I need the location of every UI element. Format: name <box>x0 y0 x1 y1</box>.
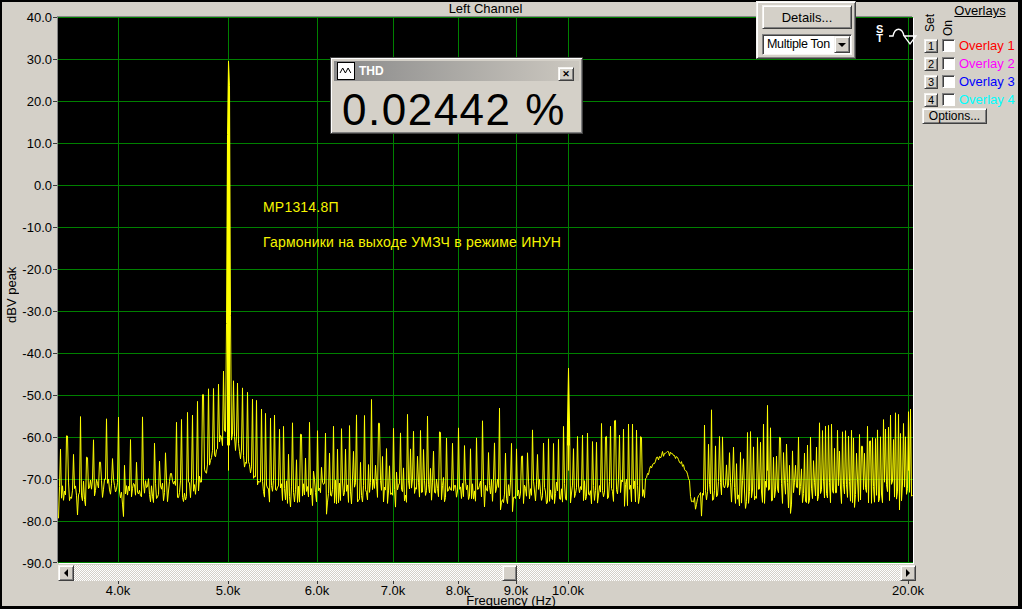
scrollbar-left-arrow[interactable] <box>58 565 74 581</box>
y-tick-label: 40.0 <box>8 10 52 25</box>
overlay-on-checkbox-4[interactable] <box>942 93 955 106</box>
y-tick-label: -10.0 <box>8 220 52 235</box>
y-tick-mark <box>53 437 57 438</box>
overlay-set-button-2[interactable]: 2 <box>924 57 938 71</box>
waveform-icon <box>337 62 355 80</box>
overlays-col-on: On <box>941 20 955 36</box>
y-tick-label: 10.0 <box>8 136 52 151</box>
details-button[interactable]: Details... <box>762 5 852 29</box>
y-tick-mark <box>53 59 57 60</box>
y-tick-label: 20.0 <box>8 94 52 109</box>
x-tick-label: 10.0k <box>538 583 598 598</box>
x-tick-label: 7.0k <box>363 583 423 598</box>
scrollbar-thumb[interactable] <box>502 565 517 581</box>
combobox-value: Multiple Ton <box>767 37 830 51</box>
y-tick-label: -20.0 <box>8 262 52 277</box>
y-tick-label: -90.0 <box>8 556 52 571</box>
overlay-label-2: Overlay 2 <box>959 56 1015 71</box>
x-tick-label: 8.0k <box>428 583 488 598</box>
x-tick-label: 20.0k <box>878 583 938 598</box>
overlay-set-button-1[interactable]: 1 <box>924 39 938 53</box>
x-tick-label: 5.0k <box>198 583 258 598</box>
x-scrollbar-track[interactable] <box>58 565 916 581</box>
thd-value: 0.02442 % <box>342 85 566 135</box>
measurement-panel: Details... Multiple Ton <box>756 1 856 59</box>
y-tick-mark <box>53 311 57 312</box>
x-tick-label: 4.0k <box>88 583 148 598</box>
overlays-title: Overlays <box>944 3 1016 18</box>
overlay-on-checkbox-3[interactable] <box>942 75 955 88</box>
y-axis-title: dBV peak <box>4 230 19 360</box>
measurement-mode-combobox[interactable]: Multiple Ton <box>762 34 852 55</box>
thd-window: THD ✕ 0.02442 % <box>330 57 583 134</box>
y-tick-mark <box>53 521 57 522</box>
y-tick-mark <box>53 562 57 563</box>
y-tick-label: -40.0 <box>8 346 52 361</box>
overlay-label-3: Overlay 3 <box>959 74 1015 89</box>
x-scrollbar[interactable] <box>58 565 916 581</box>
options-button[interactable]: Options... <box>922 108 987 124</box>
y-tick-label: 0.0 <box>8 178 52 193</box>
thd-window-titlebar[interactable]: THD ✕ <box>334 61 579 81</box>
y-tick-mark <box>53 17 57 18</box>
plot-annotation-model: МР1314.8П <box>263 199 339 215</box>
overlay-label-1: Overlay 1 <box>959 38 1015 53</box>
overlay-label-4: Overlay 4 <box>959 92 1015 107</box>
thd-window-title: THD <box>359 64 384 78</box>
scrollbar-right-arrow[interactable] <box>900 565 916 581</box>
combobox-dropdown-button[interactable] <box>834 36 850 53</box>
plot-annotation-description: Гармоники на выходе УМЗЧ в режиме ИНУН <box>263 234 561 250</box>
overlay-on-checkbox-1[interactable] <box>942 39 955 52</box>
overlay-on-checkbox-2[interactable] <box>942 57 955 70</box>
y-tick-label: -60.0 <box>8 430 52 445</box>
y-tick-mark <box>53 101 57 102</box>
close-icon[interactable]: ✕ <box>558 67 574 81</box>
y-tick-mark <box>53 143 57 144</box>
y-tick-label: 30.0 <box>8 52 52 67</box>
overlay-set-button-3[interactable]: 3 <box>924 75 938 89</box>
y-tick-label: -30.0 <box>8 304 52 319</box>
y-tick-mark <box>53 479 57 480</box>
x-tick-label: 6.0k <box>287 583 347 598</box>
y-tick-label: -80.0 <box>8 514 52 529</box>
y-tick-mark <box>53 185 57 186</box>
y-tick-label: -70.0 <box>8 472 52 487</box>
sweep-tone-icon: ST <box>876 25 883 43</box>
y-tick-mark <box>53 227 57 228</box>
overlays-col-set: Set <box>923 14 937 32</box>
overlay-set-button-4[interactable]: 4 <box>924 93 938 107</box>
y-tick-mark <box>53 395 57 396</box>
y-tick-mark <box>53 269 57 270</box>
y-tick-mark <box>53 353 57 354</box>
sine-wave-icon <box>889 26 919 46</box>
x-tick-label: 9.0k <box>486 583 546 598</box>
y-tick-label: -50.0 <box>8 388 52 403</box>
